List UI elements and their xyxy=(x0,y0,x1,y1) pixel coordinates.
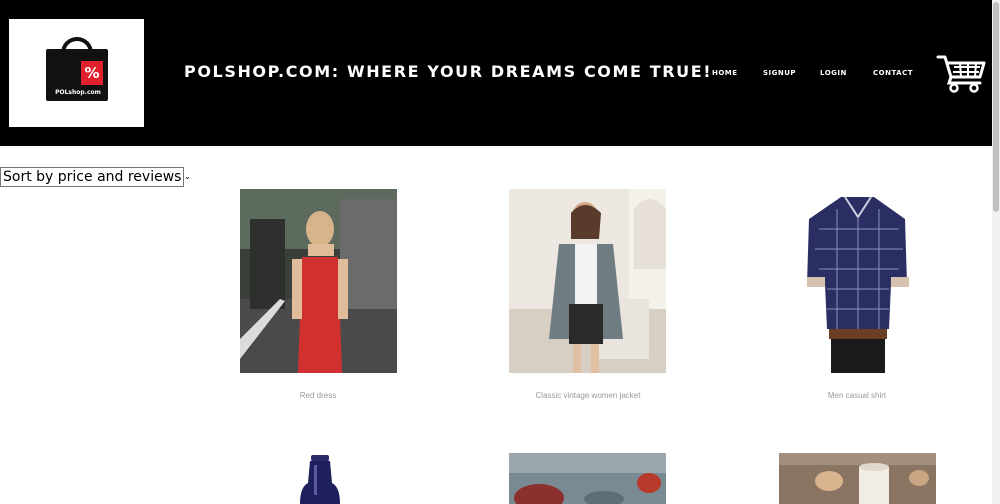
chevron-down-icon: ⌄ xyxy=(181,172,191,181)
site-header: % POLshop.com POLSHOP.COM: WHERE YOUR DR… xyxy=(0,0,992,146)
nav-contact[interactable]: CONTACT xyxy=(873,69,913,77)
product-image-bottle[interactable] xyxy=(240,453,397,504)
product-name[interactable]: Red dress xyxy=(218,391,418,400)
logo[interactable]: % POLshop.com xyxy=(9,19,144,127)
product-image-item-5[interactable] xyxy=(509,453,666,504)
sort-select[interactable]: Sort by price and reviews ⌄ xyxy=(0,167,191,187)
product-image-red-dress[interactable] xyxy=(240,189,397,373)
sort-selected-label: Sort by price and reviews xyxy=(3,169,182,185)
nav-login[interactable]: LOGIN xyxy=(820,69,847,77)
site-title: POLSHOP.COM: WHERE YOUR DREAMS COME TRUE… xyxy=(184,62,713,81)
product-name[interactable]: Men casual shirt xyxy=(757,391,957,400)
product-image-vintage-jacket[interactable] xyxy=(509,189,666,373)
nav-signup[interactable]: SIGNUP xyxy=(763,69,796,77)
product-name[interactable]: Classic vintage women jacket xyxy=(488,391,688,400)
nav-home[interactable]: HOME xyxy=(712,69,738,77)
percent-tag-icon: % xyxy=(81,61,103,85)
scrollbar-thumb[interactable] xyxy=(993,2,999,212)
product-image-item-6[interactable] xyxy=(779,453,936,504)
shopping-cart-icon[interactable] xyxy=(936,53,986,93)
product-image-men-shirt[interactable] xyxy=(779,189,936,373)
logo-text: POLshop.com xyxy=(55,89,101,96)
